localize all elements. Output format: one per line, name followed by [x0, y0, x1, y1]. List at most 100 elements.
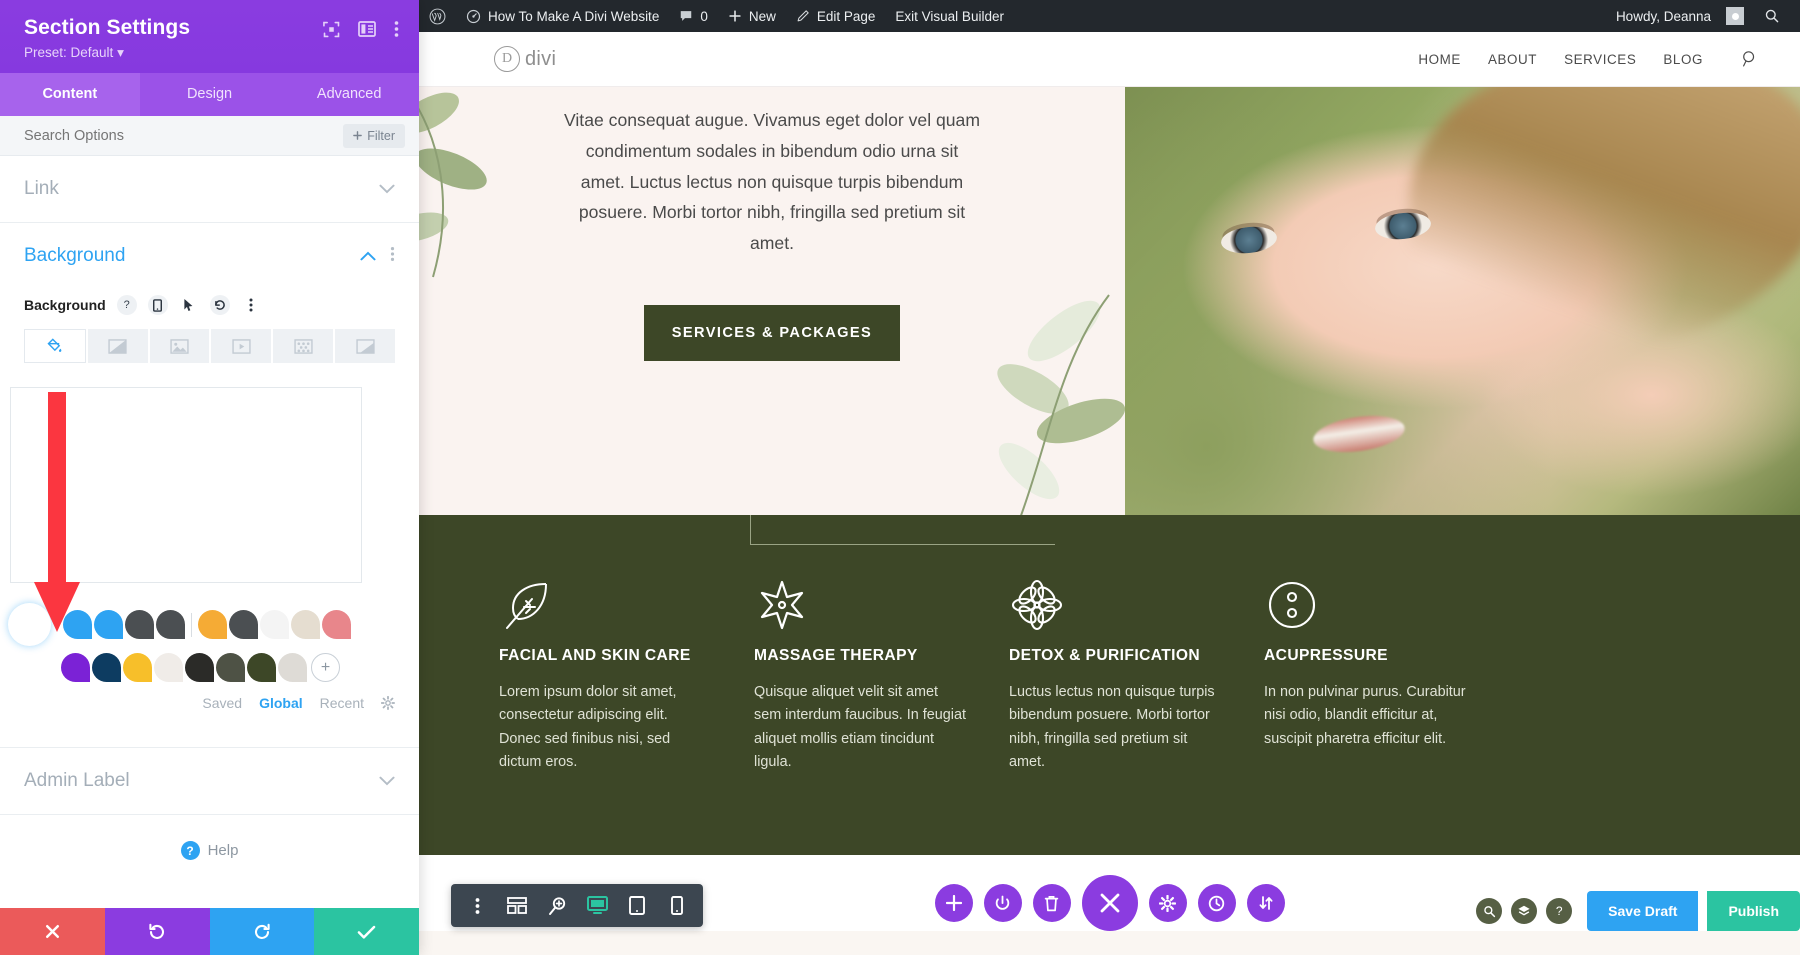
swatch-tab-recent[interactable]: Recent [320, 695, 364, 711]
help-icon[interactable]: ? [116, 295, 137, 316]
background-color-tab[interactable] [24, 329, 86, 364]
eyedropper-icon [12, 607, 48, 643]
color-swatch[interactable] [198, 610, 227, 640]
tab-design[interactable]: Design [140, 73, 280, 116]
site-name-menu[interactable]: How To Make A Divi Website [456, 0, 669, 32]
background-pattern-tab[interactable] [273, 329, 334, 364]
layers-icon[interactable] [1511, 898, 1538, 924]
close-builder-button[interactable] [1081, 875, 1138, 931]
layout-toggle-icon[interactable] [358, 21, 376, 37]
more-options-icon[interactable] [394, 20, 399, 38]
leaf-icon [499, 577, 753, 639]
preset-selector[interactable]: Preset: Default ▾ [24, 45, 190, 61]
color-swatch[interactable] [154, 653, 183, 683]
color-swatch[interactable] [63, 610, 92, 640]
service-title: MASSAGE THERAPY [754, 647, 918, 664]
phone-view-icon[interactable] [657, 884, 697, 927]
edit-page-link[interactable]: Edit Page [786, 0, 886, 32]
background-video-tab[interactable] [211, 329, 272, 364]
hero-text-column: Vitae consequat augue. Vivamus eget dolo… [419, 87, 1125, 515]
color-swatch[interactable] [156, 610, 185, 640]
menu-item-home[interactable]: HOME [1418, 52, 1461, 67]
color-swatch[interactable] [125, 610, 154, 640]
service-card[interactable]: MASSAGE THERAPY Quisque aliquet velit si… [754, 577, 1008, 774]
section-background[interactable]: Background [0, 223, 419, 277]
power-button[interactable] [983, 884, 1022, 922]
wireframe-view-icon[interactable] [497, 884, 537, 927]
responsive-icon[interactable] [147, 295, 168, 316]
photo-lips [1311, 410, 1407, 458]
color-swatch[interactable] [92, 653, 121, 683]
focus-icon[interactable] [323, 21, 340, 38]
publish-button[interactable]: Publish [1707, 891, 1800, 931]
more-icon[interactable] [241, 295, 261, 315]
add-color-button[interactable]: + [311, 653, 340, 683]
hover-icon[interactable] [179, 295, 199, 315]
divi-save-toolbar: ? Save Draft Publish [1476, 891, 1800, 931]
discard-button[interactable] [0, 908, 105, 955]
color-swatch[interactable] [260, 610, 289, 640]
tablet-view-icon[interactable] [617, 884, 657, 927]
add-section-button[interactable] [934, 884, 973, 922]
new-content-menu[interactable]: New [718, 0, 786, 32]
service-card[interactable]: ACUPRESSURE In non pulvinar purus. Curab… [1264, 577, 1518, 774]
nav-search-button[interactable] [1740, 49, 1760, 69]
background-gradient-tab[interactable] [87, 329, 148, 364]
desktop-view-icon[interactable] [577, 884, 617, 927]
wordpress-logo-button[interactable] [419, 0, 456, 32]
comments-menu[interactable]: 0 [669, 0, 718, 32]
help-icon[interactable]: ? [1546, 898, 1573, 924]
color-swatch[interactable] [291, 610, 320, 640]
settings-button[interactable] [1148, 884, 1187, 922]
color-swatch[interactable] [229, 610, 258, 640]
section-admin-label[interactable]: Admin Label [0, 747, 419, 816]
section-background-more-icon[interactable] [390, 246, 395, 267]
page-title: Section Settings [24, 16, 191, 39]
gear-icon[interactable] [381, 695, 395, 711]
reset-icon[interactable] [209, 295, 230, 316]
services-section: FACIAL AND SKIN CARE Lorem ipsum dolor s… [419, 515, 1800, 855]
menu-item-about[interactable]: ABOUT [1488, 52, 1537, 67]
exit-visual-builder-link[interactable]: Exit Visual Builder [885, 0, 1014, 32]
undo-button[interactable] [104, 908, 210, 955]
admin-bar-search-button[interactable] [1754, 0, 1790, 32]
swatch-tab-saved[interactable]: Saved [202, 695, 242, 711]
color-swatch[interactable] [278, 653, 307, 683]
portability-button[interactable] [1246, 884, 1285, 922]
color-swatch[interactable] [94, 610, 123, 640]
background-image-tab[interactable] [149, 329, 210, 364]
page-bottom-strip [419, 931, 1800, 955]
history-button[interactable] [1197, 884, 1236, 922]
background-mask-tab[interactable] [335, 329, 395, 364]
tab-advanced[interactable]: Advanced [279, 73, 419, 116]
service-card[interactable]: FACIAL AND SKIN CARE Lorem ipsum dolor s… [499, 577, 753, 774]
background-color-preview[interactable] [10, 387, 362, 584]
color-swatch[interactable] [247, 653, 276, 683]
account-menu[interactable]: Howdy, Deanna [1606, 0, 1754, 955]
services-packages-button[interactable]: SERVICES & PACKAGES [643, 304, 901, 361]
zoom-out-view-icon[interactable] [537, 884, 577, 927]
selected-color-swatch[interactable] [8, 603, 51, 647]
color-swatch[interactable] [322, 610, 351, 640]
redo-button[interactable] [209, 908, 315, 955]
divi-main-toolbar [934, 875, 1285, 931]
search-input[interactable] [24, 127, 344, 144]
color-swatch[interactable] [185, 653, 214, 683]
save-draft-button[interactable]: Save Draft [1587, 891, 1699, 931]
filter-button[interactable]: Background Filter [343, 123, 405, 148]
menu-item-services[interactable]: SERVICES [1564, 52, 1636, 67]
toolbar-more-icon[interactable] [457, 884, 497, 927]
menu-item-blog[interactable]: BLOG [1663, 52, 1703, 67]
save-button[interactable] [314, 908, 419, 955]
color-swatch[interactable] [61, 653, 90, 683]
service-card[interactable]: DETOX & PURIFICATION Luctus lectus non q… [1009, 577, 1263, 774]
swatch-tab-global[interactable]: Global [259, 695, 303, 711]
help-link[interactable]: ? Help [0, 815, 419, 886]
tab-content[interactable]: Content [0, 73, 140, 117]
section-link[interactable]: Link [0, 156, 419, 224]
search-icon[interactable] [1476, 898, 1503, 924]
trash-button[interactable] [1032, 884, 1071, 922]
site-logo[interactable]: D divi [494, 46, 556, 72]
color-swatch[interactable] [123, 653, 152, 683]
color-swatch[interactable] [216, 653, 245, 683]
